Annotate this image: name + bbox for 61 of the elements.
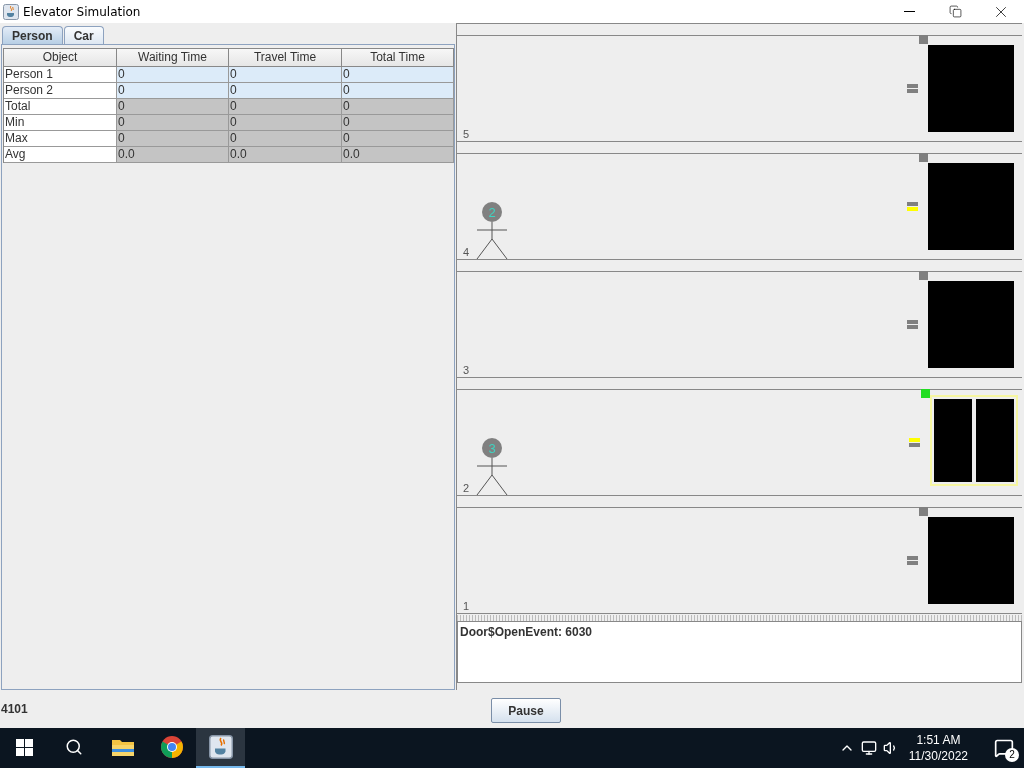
clock-date: 11/30/2022 <box>908 748 968 764</box>
table-cell: 0 <box>342 67 454 83</box>
notifications-button[interactable]: 2 <box>984 728 1024 768</box>
call-lamp <box>907 556 918 565</box>
table-cell: 0 <box>229 67 342 83</box>
column-header[interactable]: Object <box>4 49 117 67</box>
table-cell: 0 <box>342 99 454 115</box>
call-lamp <box>907 202 918 211</box>
floor-number: 5 <box>463 128 470 140</box>
table-cell: 0 <box>342 131 454 147</box>
table-cell: 0.0 <box>117 147 229 163</box>
java-cup-icon <box>3 3 19 20</box>
floor-number: 4 <box>463 246 470 258</box>
person-number: 2 <box>488 205 496 220</box>
table-cell: Person 2 <box>4 83 117 99</box>
table-cell: Total <box>4 99 117 115</box>
event-log: Door$OpenEvent: 6030 <box>457 621 1022 683</box>
java-cup-icon <box>208 735 233 759</box>
tab[interactable]: Car <box>63 26 104 44</box>
table-cell: Min <box>4 115 117 131</box>
table-cell: 0 <box>229 83 342 99</box>
table-cell: 0 <box>342 83 454 99</box>
search-icon <box>64 738 83 756</box>
restore-icon <box>948 5 962 18</box>
notification-count: 2 <box>1005 748 1019 762</box>
speech-bubble-icon <box>994 738 1014 758</box>
floor-number: 2 <box>463 482 470 494</box>
table-cell: 0.0 <box>229 147 342 163</box>
pause-button[interactable]: Pause <box>491 698 561 723</box>
floor-number: 1 <box>463 600 470 612</box>
table-cell: Max <box>4 131 117 147</box>
folder-icon <box>110 737 135 757</box>
table-cell: 0 <box>117 83 229 99</box>
status-count: 4101 <box>1 702 28 716</box>
chrome-icon <box>159 735 184 759</box>
table-cell: 0 <box>229 115 342 131</box>
table-cell: 0.0 <box>342 147 454 163</box>
table-cell: Avg <box>4 147 117 163</box>
table-cell: 0 <box>117 115 229 131</box>
person-number: 3 <box>488 441 496 456</box>
table-cell: 0 <box>117 99 229 115</box>
call-lamp <box>907 320 918 329</box>
table-cell: 0 <box>342 115 454 131</box>
floor-number: 3 <box>463 364 470 376</box>
table-cell: 0 <box>229 99 342 115</box>
table-cell: 0 <box>117 131 229 147</box>
table-cell: 0 <box>117 67 229 83</box>
call-lamp <box>907 84 918 93</box>
call-lamp <box>909 438 920 447</box>
taskbar-app[interactable] <box>196 728 245 768</box>
column-header[interactable]: Travel Time <box>229 49 342 67</box>
tab[interactable]: Person <box>2 26 63 44</box>
windows-icon <box>16 738 33 756</box>
minimize-icon <box>903 11 915 12</box>
table-cell: 0 <box>229 131 342 147</box>
clock-time: 1:51 AM <box>916 732 961 748</box>
column-header[interactable]: Total Time <box>342 49 454 67</box>
table-cell: Person 1 <box>4 67 117 83</box>
column-header[interactable]: Waiting Time <box>117 49 229 67</box>
network-icon[interactable] <box>860 740 877 756</box>
window-title: Elevator Simulation <box>23 4 141 19</box>
